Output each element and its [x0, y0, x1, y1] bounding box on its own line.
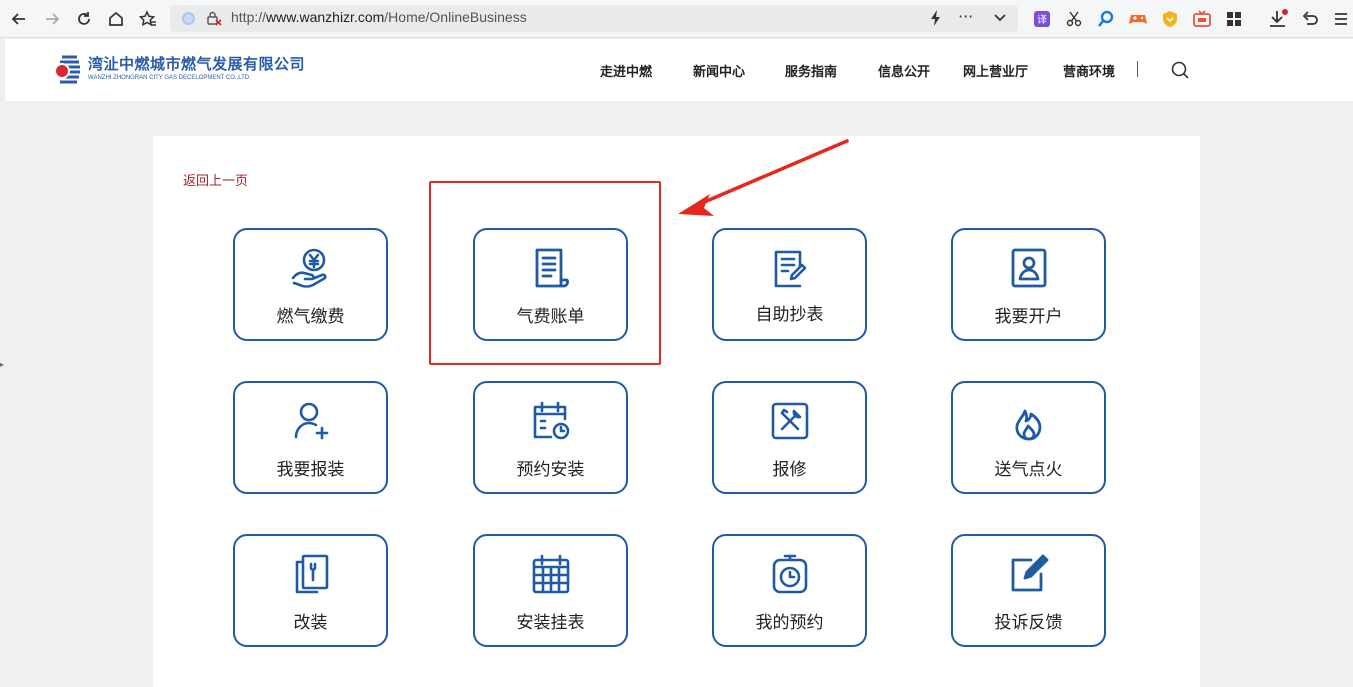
undo-icon[interactable]	[1300, 9, 1320, 29]
service-label: 气费账单	[516, 307, 585, 327]
flame-icon	[1007, 399, 1051, 443]
search-icon[interactable]	[1170, 60, 1190, 84]
site-header: 湾沚中燃城市燃气发展有限公司 WANZHI ZHONGRAN CITY GAS …	[5, 39, 1353, 101]
scissors-icon[interactable]	[1064, 9, 1084, 29]
chevron-down-icon[interactable]	[992, 9, 1008, 31]
nav-divider	[1137, 61, 1138, 77]
back-arrow-icon[interactable]	[7, 7, 31, 31]
home-icon[interactable]	[104, 7, 128, 31]
hand-yen-icon	[289, 246, 333, 290]
service-label: 投诉反馈	[994, 613, 1063, 633]
wrench-document-icon	[289, 552, 333, 596]
search-extension-icon[interactable]	[1096, 9, 1116, 29]
url-text[interactable]: http://www.wanzhizr.com/Home/OnlineBusin…	[231, 9, 527, 25]
bill-icon	[529, 246, 573, 290]
contact-card-icon	[1007, 246, 1051, 290]
browser-toolbar: http://www.wanzhizr.com/Home/OnlineBusin…	[0, 0, 1353, 38]
service-label: 自助抄表	[755, 305, 824, 325]
game-controller-icon[interactable]	[1128, 9, 1148, 29]
forward-arrow-icon[interactable]	[40, 7, 64, 31]
shield-extension-icon[interactable]	[1160, 9, 1180, 29]
service-label: 我的预约	[755, 613, 824, 633]
stopwatch-icon	[768, 552, 812, 596]
nav-item-about[interactable]: 走进中燃	[600, 61, 652, 80]
calendar-grid-icon	[529, 552, 573, 596]
service-label: 燃气缴费	[276, 307, 345, 327]
service-card-gas-payment[interactable]: 燃气缴费	[233, 228, 388, 341]
service-card-repair[interactable]: 报修	[712, 381, 867, 494]
service-card-gas-ignition[interactable]: 送气点火	[951, 381, 1106, 494]
edit-document-icon	[768, 246, 812, 290]
service-label: 我要开户	[994, 307, 1063, 327]
service-card-complaints[interactable]: 投诉反馈	[951, 534, 1106, 647]
tv-icon[interactable]	[1192, 9, 1212, 29]
service-card-schedule-installation[interactable]: 预约安装	[473, 381, 628, 494]
lightning-icon[interactable]	[928, 9, 944, 31]
service-label: 我要报装	[276, 460, 345, 480]
apps-grid-icon[interactable]	[1224, 9, 1244, 29]
address-bar[interactable]: http://www.wanzhizr.com/Home/OnlineBusin…	[170, 5, 1018, 32]
translate-icon[interactable]: 译	[1032, 9, 1052, 29]
service-label: 安装挂表	[516, 613, 585, 633]
nav-item-info-disclosure[interactable]: 信息公开	[878, 61, 930, 80]
tools-icon	[768, 399, 812, 443]
favorites-star-icon[interactable]	[136, 7, 160, 31]
download-icon[interactable]	[1268, 9, 1288, 29]
annotation-arrow-icon	[670, 136, 855, 225]
insecure-lock-icon[interactable]	[206, 10, 222, 30]
service-card-modification[interactable]: 改装	[233, 534, 388, 647]
service-label: 改装	[293, 613, 328, 633]
service-card-gas-bill[interactable]: 气费账单	[473, 228, 628, 341]
service-card-my-appointments[interactable]: 我的预约	[712, 534, 867, 647]
nav-item-business-env[interactable]: 营商环境	[1063, 61, 1115, 80]
menu-icon[interactable]	[1331, 9, 1351, 29]
reload-icon[interactable]	[72, 7, 96, 31]
back-link[interactable]: 返回上一页	[183, 170, 248, 189]
company-name-en: WANZHI ZHONGRAN CITY GAS DECELOPMENT CO.…	[88, 75, 251, 81]
svg-text:译: 译	[1037, 14, 1047, 26]
site-info-icon[interactable]	[182, 12, 195, 25]
more-dots-icon[interactable]: ···	[958, 7, 973, 26]
service-card-open-account[interactable]: 我要开户	[951, 228, 1106, 341]
add-user-icon	[289, 399, 333, 443]
edge-handle-icon[interactable]: ▸	[0, 360, 4, 369]
company-logo-icon[interactable]	[45, 52, 83, 94]
service-card-self-meter-reading[interactable]: 自助抄表	[712, 228, 867, 341]
company-name: 湾沚中燃城市燃气发展有限公司	[88, 55, 306, 73]
calendar-clock-icon	[529, 399, 573, 443]
nav-item-service-guide[interactable]: 服务指南	[785, 61, 837, 80]
service-card-apply-installation[interactable]: 我要报装	[233, 381, 388, 494]
pen-square-icon	[1007, 552, 1051, 596]
nav-item-online-hall[interactable]: 网上营业厅	[963, 61, 1028, 80]
service-label: 预约安装	[516, 460, 585, 480]
service-card-meter-installation[interactable]: 安装挂表	[473, 534, 628, 647]
service-label: 送气点火	[994, 460, 1063, 480]
service-label: 报修	[772, 460, 807, 480]
nav-item-news[interactable]: 新闻中心	[693, 61, 745, 80]
